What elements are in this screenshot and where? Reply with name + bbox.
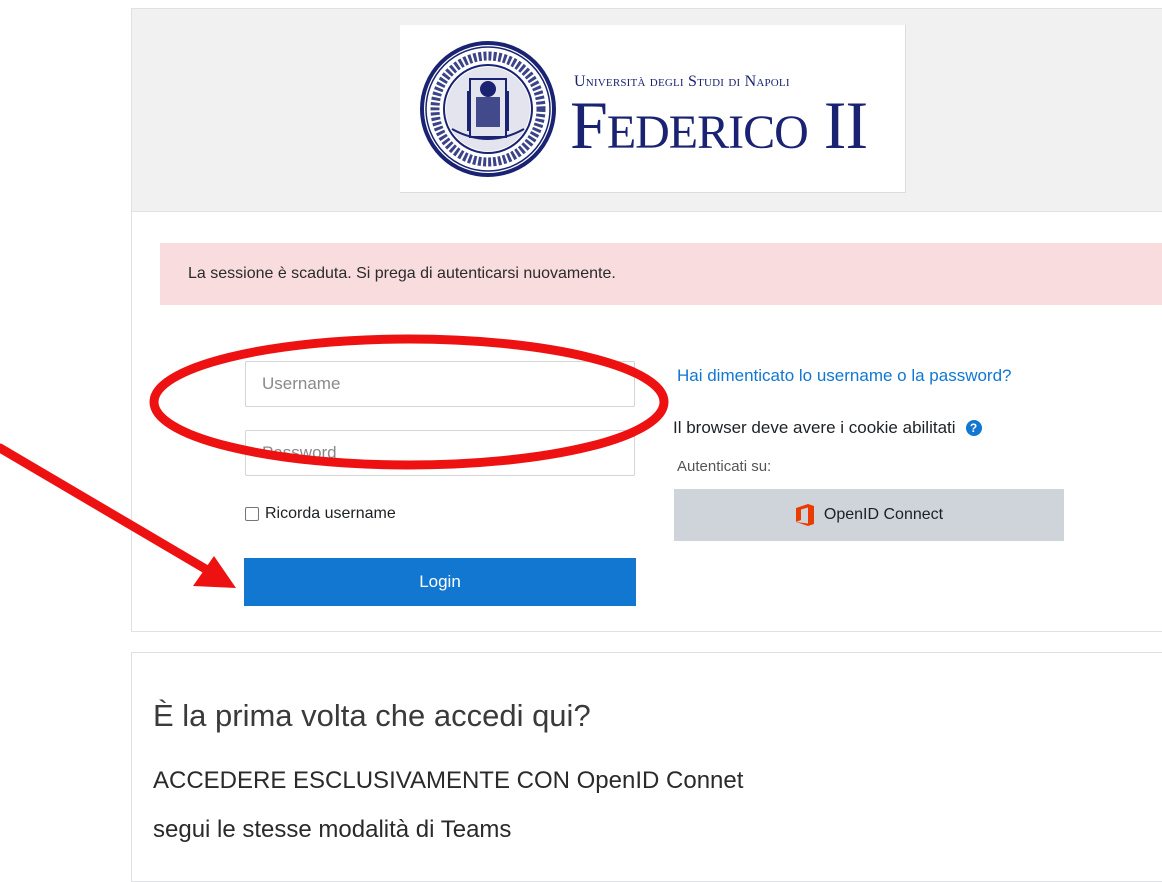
cookies-text: Il browser deve avere i cookie abilitati <box>673 418 956 437</box>
alert-text: La sessione è scaduta. Si prega di auten… <box>188 265 616 282</box>
openid-connect-button[interactable]: OpenID Connect <box>674 489 1064 541</box>
session-expired-alert: La sessione è scaduta. Si prega di auten… <box>160 243 1162 305</box>
card-header: Università degli Studi di Napoli Federic… <box>132 9 1162 212</box>
cookies-notice: Il browser deve avere i cookie abilitati… <box>673 418 982 438</box>
seal-icon <box>420 41 556 177</box>
question-circle-icon[interactable]: ? <box>965 420 982 436</box>
remember-checkbox[interactable] <box>245 507 259 521</box>
first-access-note: segui le stesse modalità di Teams <box>153 816 512 843</box>
username-input[interactable]: Username <box>245 361 635 407</box>
password-placeholder: Password <box>262 443 337 462</box>
forgot-password-link[interactable]: Hai dimenticato lo username o la passwor… <box>677 366 1012 386</box>
first-access-title: È la prima volta che accedi qui? <box>153 698 591 733</box>
first-access-instruction: ACCEDERE ESCLUSIVAMENTE CON OpenID Conne… <box>153 767 744 794</box>
openid-connect-label: OpenID Connect <box>823 506 944 523</box>
username-placeholder: Username <box>262 374 341 393</box>
login-button[interactable]: Login <box>244 558 636 606</box>
remember-label: Ricorda username <box>265 505 396 522</box>
remember-username[interactable]: Ricorda username <box>245 503 396 525</box>
login-button-label: Login <box>419 572 461 591</box>
logo-title: Federico II <box>570 87 868 163</box>
password-input[interactable]: Password <box>245 430 635 476</box>
first-access-card: È la prima volta che accedi qui? ACCEDER… <box>131 652 1162 882</box>
login-card: Università degli Studi di Napoli Federic… <box>131 8 1162 632</box>
office-logo-icon <box>795 504 814 526</box>
auth-label: Autenticati su: <box>677 458 772 475</box>
university-logo: Università degli Studi di Napoli Federic… <box>400 25 906 193</box>
